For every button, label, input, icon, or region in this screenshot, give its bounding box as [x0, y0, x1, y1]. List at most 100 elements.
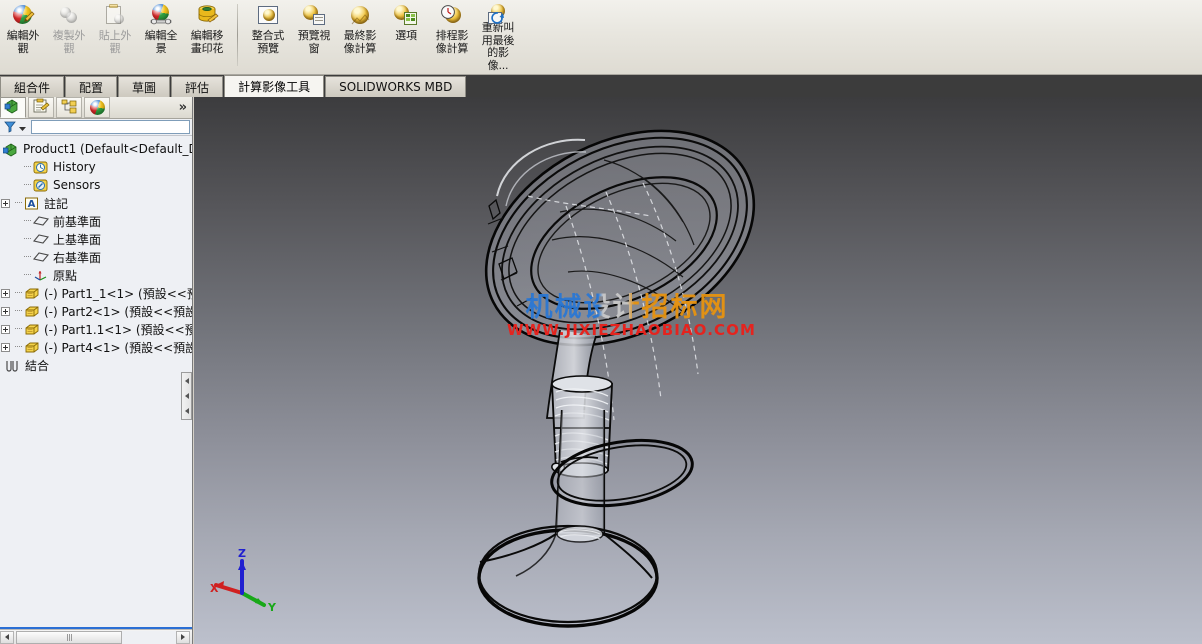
ribbon-button-paste-appearance[interactable]: 貼上外觀	[93, 0, 137, 72]
options-icon	[394, 4, 418, 28]
tree-item-annotations[interactable]: A 註記	[0, 194, 192, 212]
feature-manager-tab[interactable]	[0, 97, 26, 118]
ribbon-button-edit-appearance[interactable]: 編輯外觀	[1, 0, 45, 72]
tree-item-origin[interactable]: 原點	[0, 266, 192, 284]
svg-text:A: A	[28, 199, 36, 210]
ribbon-button-schedule-render[interactable]: 排程影像計算	[430, 0, 474, 72]
ribbon-button-edit-scene[interactable]: 編輯全景	[139, 0, 183, 72]
origin-icon	[33, 268, 49, 283]
copy-appearance-icon	[57, 4, 81, 28]
recall-last-render-icon	[486, 4, 510, 24]
tab-evaluate[interactable]: 評估	[171, 76, 224, 97]
tree-expander[interactable]	[1, 306, 10, 316]
tree-horizontal-scrollbar[interactable]	[0, 629, 192, 644]
tab-label: 配置	[79, 80, 104, 95]
solidworks-window: 編輯外觀 複製外觀 貼上外觀 編輯全景 編輯移畫印花 整合式預覽 預覽視窗 最終…	[0, 0, 1202, 644]
tree-item-part1-1-dot[interactable]: (-) Part1.1<1> (預設<<預設	[0, 320, 192, 338]
axis-z-label: Z	[238, 547, 246, 560]
command-tabs: 組合件 配置 草圖 評估 計算影像工具 SOLIDWORKS MBD	[0, 75, 467, 97]
tree-filter-input[interactable]	[31, 120, 190, 134]
filter-icon[interactable]	[3, 118, 17, 137]
sensors-icon	[33, 178, 49, 193]
ribbon-button-label: 選項	[395, 29, 417, 42]
ribbon-button-final-render[interactable]: 最終影像計算	[338, 0, 382, 72]
tree-expander[interactable]	[1, 288, 10, 298]
tab-render-tools[interactable]: 計算影像工具	[224, 75, 325, 97]
ribbon-group-appearance: 編輯外觀 複製外觀 貼上外觀 編輯全景 編輯移畫印花	[0, 0, 230, 75]
tree-item-top-plane[interactable]: 上基準面	[0, 230, 192, 248]
ribbon-button-edit-decal[interactable]: 編輯移畫印花	[185, 0, 229, 72]
tree-expander[interactable]	[1, 324, 10, 334]
ribbon-button-label: 排程影像計算	[435, 29, 469, 55]
tree-item-label: (-) Part2<1> (預設<<預設>.	[44, 304, 192, 319]
feature-tree[interactable]: Product1 (Default<Default_Dis History Se…	[0, 136, 192, 629]
ribbon-button-integrated-preview[interactable]: 整合式預覽	[246, 0, 290, 72]
ribbon-button-label: 預覽視窗	[297, 29, 331, 55]
ribbon-button-preview-window[interactable]: 預覽視窗	[292, 0, 336, 72]
tree-item-sensors[interactable]: Sensors	[0, 176, 192, 194]
tree-item-front-plane[interactable]: 前基準面	[0, 212, 192, 230]
tree-item-label: 前基準面	[53, 214, 102, 229]
tab-layout[interactable]: 配置	[65, 76, 118, 97]
ribbon-button-label: 編輯移畫印花	[190, 29, 224, 55]
tree-item-part4[interactable]: (-) Part4<1> (預設<<預設>.	[0, 338, 192, 356]
tree-item-part2[interactable]: (-) Part2<1> (預設<<預設>.	[0, 302, 192, 320]
tree-item-label: (-) Part1.1<1> (預設<<預設	[44, 322, 192, 337]
overflow-chevron-icon[interactable]: »	[179, 100, 187, 115]
integrated-preview-icon	[256, 4, 280, 28]
feature-manager-panel: » Product1 (Default<Default_Dis History …	[0, 97, 193, 644]
ribbon-button-recall-last-render[interactable]: 重新叫用最後的影像...	[476, 0, 520, 72]
ribbon-group-render: 整合式預覽 預覽視窗 最終影像計算 選項 排程影像計算 重新叫用最後的影像...	[245, 0, 521, 75]
plane-icon	[32, 250, 50, 265]
scroll-track[interactable]	[122, 630, 176, 644]
feature-tree-icon	[4, 98, 22, 118]
tree-item-right-plane[interactable]: 右基準面	[0, 248, 192, 266]
annotations-icon: A	[24, 196, 40, 211]
configuration-manager-tab[interactable]	[56, 97, 82, 118]
tree-vertical-scrollbar[interactable]	[181, 372, 192, 420]
filter-dropdown-icon[interactable]	[18, 118, 27, 137]
tree-item-label: History	[53, 160, 96, 174]
tree-expander[interactable]	[1, 198, 10, 208]
coordinate-triad: X Y Z	[210, 547, 277, 614]
ribbon-button-label: 整合式預覽	[251, 29, 285, 55]
tree-item-history[interactable]: History	[0, 158, 192, 176]
ribbon-separator	[237, 4, 238, 66]
tree-item-label: 右基準面	[53, 250, 102, 265]
display-manager-tab[interactable]	[84, 97, 110, 118]
tree-item-label: 註記	[44, 196, 69, 211]
assembly-icon	[2, 142, 19, 157]
plane-icon	[32, 214, 50, 229]
history-icon	[33, 160, 49, 175]
paste-appearance-icon	[103, 4, 127, 28]
ribbon-toolbar: 編輯外觀 複製外觀 貼上外觀 編輯全景 編輯移畫印花 整合式預覽 預覽視窗 最終…	[0, 0, 1202, 75]
tree-item-product1[interactable]: Product1 (Default<Default_Dis	[0, 140, 192, 158]
schedule-render-icon	[440, 4, 464, 28]
ribbon-button-label: 編輯全景	[144, 29, 178, 55]
tree-item-label: Sensors	[53, 178, 101, 192]
tab-sketch[interactable]: 草圖	[118, 76, 171, 97]
tree-item-mates[interactable]: 結合	[0, 356, 192, 374]
ribbon-button-label: 重新叫用最後的影像...	[481, 21, 515, 72]
bar-stool-wireframe-model	[477, 129, 756, 628]
scroll-left-arrow[interactable]	[0, 630, 14, 644]
tab-label: 計算影像工具	[238, 80, 311, 94]
tree-expander[interactable]	[1, 342, 10, 352]
ribbon-button-label: 複製外觀	[52, 29, 86, 55]
ribbon-button-copy-appearance[interactable]: 複製外觀	[47, 0, 91, 72]
property-manager-tab[interactable]	[28, 97, 54, 118]
tree-item-part1-1[interactable]: (-) Part1_1<1> (預設<<預設	[0, 284, 192, 302]
axis-y-label: Y	[267, 601, 277, 614]
graphics-viewport[interactable]: 机械设计招标网 WWW.JIXIEZHAOBIAO.COM X Y Z	[194, 97, 1202, 644]
tab-assembly[interactable]: 組合件	[0, 76, 65, 97]
edit-decal-icon	[195, 4, 219, 28]
tree-item-label: (-) Part4<1> (預設<<預設>.	[44, 340, 192, 355]
tree-item-label: 上基準面	[53, 232, 102, 247]
clipboard-icon	[32, 98, 50, 118]
part-icon	[24, 322, 40, 337]
ribbon-button-options[interactable]: 選項	[384, 0, 428, 72]
ribbon-button-label: 編輯外觀	[6, 29, 40, 55]
tab-solidworks-mbd[interactable]: SOLIDWORKS MBD	[325, 76, 467, 97]
scroll-right-arrow[interactable]	[176, 630, 190, 644]
scroll-thumb[interactable]	[16, 630, 122, 644]
